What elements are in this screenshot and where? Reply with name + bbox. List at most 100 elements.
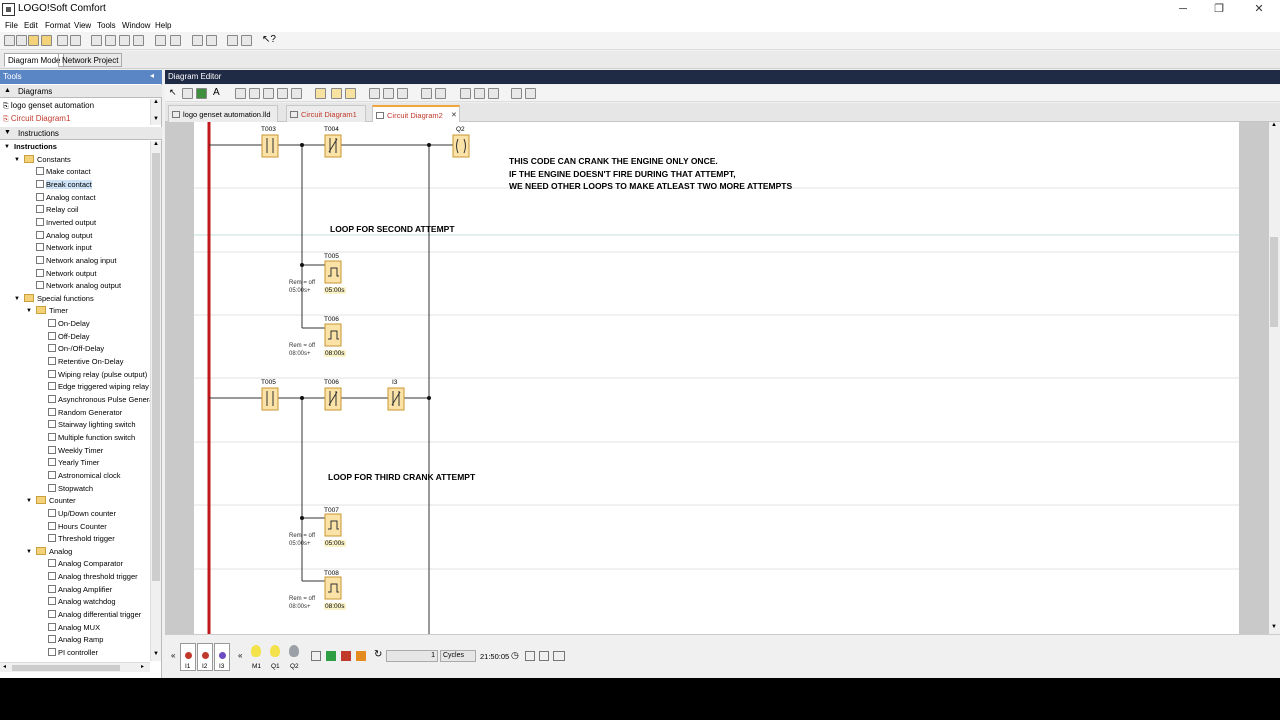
- menu-help[interactable]: Help: [155, 21, 171, 30]
- tree-item-hours-counter[interactable]: Hours Counter: [48, 521, 107, 533]
- diagram-item-logo-genset[interactable]: ⎘ logo genset automation: [3, 101, 94, 113]
- connect-tool-icon[interactable]: [182, 88, 193, 99]
- tree-item-edge-triggered-wiping-relay[interactable]: Edge triggered wiping relay: [48, 381, 149, 393]
- tree-item-instructions[interactable]: ▼ Instructions: [4, 141, 57, 153]
- expand-toggle-icon[interactable]: ▼: [26, 546, 32, 558]
- tree-item-off-delay[interactable]: Off-Delay: [48, 331, 90, 343]
- minimize-button[interactable]: ─: [1164, 0, 1202, 19]
- collapse-up-icon[interactable]: ▲: [4, 87, 11, 94]
- menu-file[interactable]: File: [5, 21, 18, 30]
- diagram-canvas[interactable]: T003 T004 Q2 T005 T006 T005 T006 I3 T007…: [194, 122, 1239, 634]
- close-button[interactable]: ✕: [1240, 0, 1278, 19]
- sim-reset-icon[interactable]: ↻: [374, 649, 382, 660]
- split-view-icon[interactable]: [383, 88, 394, 99]
- tree-item-retentive-on-delay[interactable]: Retentive On-Delay: [48, 356, 123, 368]
- timer-t007[interactable]: [324, 513, 342, 537]
- tree-item-analog-mux[interactable]: Analog MUX: [48, 622, 100, 634]
- function-block-icon[interactable]: [331, 88, 342, 99]
- tree-item-analog[interactable]: ▼ Analog: [26, 546, 72, 558]
- tree-item-weekly-timer[interactable]: Weekly Timer: [48, 445, 103, 457]
- expand-toggle-icon[interactable]: ▼: [26, 305, 32, 317]
- select-tool-icon[interactable]: ↖: [169, 87, 177, 98]
- tree-item-analog-threshold-trigger[interactable]: Analog threshold trigger: [48, 571, 138, 583]
- tree-item-analog-amplifier[interactable]: Analog Amplifier: [48, 584, 112, 596]
- redo-icon[interactable]: [170, 35, 181, 46]
- page-view-icon[interactable]: [369, 88, 380, 99]
- tree-item-network-output[interactable]: Network output: [36, 268, 96, 280]
- diagram-item-circuit-diagram1[interactable]: ⎘ Circuit Diagram1: [3, 114, 70, 126]
- sim-pause-icon[interactable]: [356, 651, 366, 661]
- online-icon[interactable]: [525, 88, 536, 99]
- contact-t003[interactable]: [261, 134, 279, 158]
- scroll-right-icon[interactable]: ▸: [141, 663, 144, 670]
- constants-tool-icon[interactable]: [196, 88, 207, 99]
- tree-item-stopwatch[interactable]: Stopwatch: [48, 483, 93, 495]
- coil-q2[interactable]: [452, 134, 470, 158]
- tree-item-threshold-trigger[interactable]: Threshold trigger: [48, 533, 115, 545]
- tree-item-stairway-lighting-switch[interactable]: Stairway lighting switch: [48, 419, 136, 431]
- new-dropdown-icon[interactable]: [16, 35, 27, 46]
- tree-item-pi-controller[interactable]: PI controller: [48, 647, 98, 659]
- diagrams-scrollbar[interactable]: ▲ ▼: [150, 99, 161, 125]
- clock-icon[interactable]: ◷: [511, 650, 519, 661]
- tree-item-multiple-function-switch[interactable]: Multiple function switch: [48, 432, 135, 444]
- timer-t006[interactable]: [324, 323, 342, 347]
- timer-t008[interactable]: [324, 576, 342, 600]
- network-icon[interactable]: [511, 88, 522, 99]
- collapse-down-icon[interactable]: ▼: [4, 129, 11, 136]
- menu-format[interactable]: Format: [45, 21, 70, 30]
- tree-item-timer[interactable]: ▼ Timer: [26, 305, 68, 317]
- tab-circuit-diagram1[interactable]: Circuit Diagram1: [286, 105, 366, 122]
- tree-hscrollbar[interactable]: ◂ ▸: [0, 662, 150, 672]
- scroll-down-icon[interactable]: ▼: [153, 651, 159, 657]
- tree-item-break-contact[interactable]: Break contact: [36, 179, 92, 191]
- diagram-blocks[interactable]: [261, 134, 470, 600]
- scroll-down-icon[interactable]: ▼: [1271, 624, 1277, 630]
- tree-item-constants[interactable]: ▼ Constants: [14, 154, 71, 166]
- tree-item-random-generator[interactable]: Random Generator: [48, 407, 122, 419]
- text-tool-icon[interactable]: A: [213, 87, 220, 98]
- save-icon[interactable]: [57, 35, 68, 46]
- properties-icon[interactable]: [241, 35, 252, 46]
- sim-steps-input[interactable]: 1: [386, 650, 438, 662]
- layout-icon[interactable]: [488, 88, 499, 99]
- cut-icon[interactable]: [105, 35, 116, 46]
- comment-loop-second[interactable]: LOOP FOR SECOND ATTEMPT: [330, 224, 455, 234]
- tree-item-analog-comparator[interactable]: Analog Comparator: [48, 558, 123, 570]
- canvas-scroll-thumb[interactable]: [1270, 237, 1278, 327]
- collapse-sim-icon[interactable]: «: [171, 651, 175, 660]
- canvas-scrollbar[interactable]: ▲ ▼: [1269, 122, 1280, 634]
- transfer-pc-to-logo-icon[interactable]: [192, 35, 203, 46]
- expand-toggle-icon[interactable]: ▼: [26, 495, 32, 507]
- tree-item-analog-ramp[interactable]: Analog Ramp: [48, 634, 103, 646]
- menu-window[interactable]: Window: [122, 21, 150, 30]
- sim-cycles-select[interactable]: Cycles: [440, 650, 476, 662]
- comment-line-3[interactable]: WE NEED OTHER LOOPS TO MAKE ATLEAST TWO …: [509, 181, 792, 191]
- tab-network-project[interactable]: Network Project: [58, 53, 123, 67]
- collapse-outputs-icon[interactable]: «: [238, 651, 242, 660]
- sim-settings-icon[interactable]: [311, 651, 321, 661]
- align-left-icon[interactable]: [235, 88, 246, 99]
- sim-grid-icon[interactable]: [539, 651, 549, 661]
- scroll-up-icon[interactable]: ▲: [153, 141, 159, 147]
- expand-toggle-icon[interactable]: ▼: [4, 141, 10, 153]
- tree-item-relay-coil[interactable]: Relay coil: [36, 204, 79, 216]
- tree-item-up-down-counter[interactable]: Up/Down counter: [48, 508, 116, 520]
- instructions-section-header[interactable]: ▼ Instructions: [0, 127, 162, 140]
- tree-item-analog-differential-trigger[interactable]: Analog differential trigger: [48, 609, 141, 621]
- align-middle-icon[interactable]: [277, 88, 288, 99]
- grid-icon[interactable]: [474, 88, 485, 99]
- tree-scroll-thumb[interactable]: [152, 153, 160, 581]
- tree-item-on-delay[interactable]: On-Delay: [48, 318, 90, 330]
- comment-loop-third[interactable]: LOOP FOR THIRD CRANK ATTEMPT: [328, 472, 475, 482]
- tree-item-asynchronous-pulse-generator[interactable]: Asynchronous Pulse Generator: [48, 394, 150, 406]
- paste-icon[interactable]: [133, 35, 144, 46]
- tree-item-network-analog-output[interactable]: Network analog output: [36, 280, 121, 292]
- open-icon[interactable]: [28, 35, 39, 46]
- align-center-icon[interactable]: [249, 88, 260, 99]
- zoom-in-icon[interactable]: [421, 88, 432, 99]
- copy-icon[interactable]: [119, 35, 130, 46]
- tree-item-special-functions[interactable]: ▼ Special functions: [14, 293, 94, 305]
- tree-item-analog-watchdog[interactable]: Analog watchdog: [48, 596, 116, 608]
- tree-item-astronomical-clock[interactable]: Astronomical clock: [48, 470, 121, 482]
